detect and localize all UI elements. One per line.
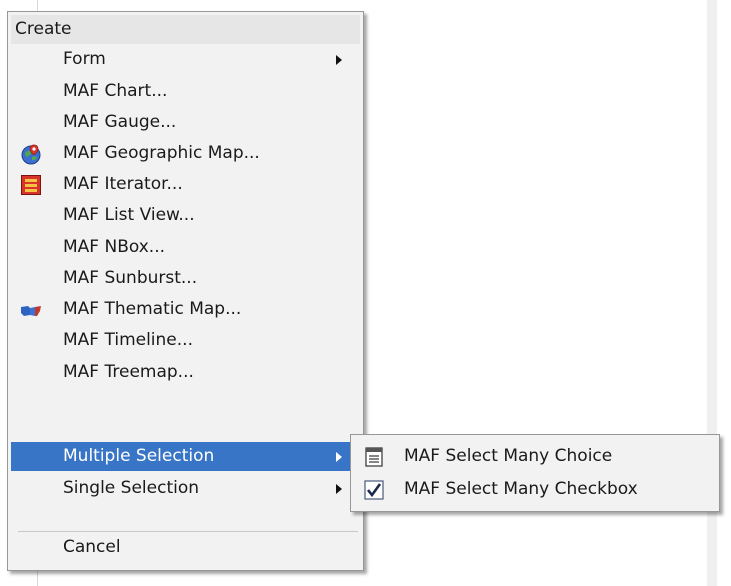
menu-item-maf-thematic-map[interactable]: MAF Thematic Map... <box>11 295 360 324</box>
menu-item-maf-chart[interactable]: MAF Chart... <box>11 77 360 106</box>
menu-item-label: MAF Chart... <box>63 81 168 101</box>
menu-item-maf-iterator[interactable]: MAF Iterator... <box>11 170 360 199</box>
menu-item-label: Single Selection <box>63 478 200 498</box>
menu-item-maf-geographic-map[interactable]: MAF Geographic Map... <box>11 139 360 168</box>
menu-item-maf-sunburst[interactable]: MAF Sunburst... <box>11 264 360 293</box>
menu-item-label: Form <box>63 49 106 69</box>
menu-item-label: MAF Geographic Map... <box>63 143 260 163</box>
menu-item-single-selection[interactable]: Single Selection <box>11 474 360 503</box>
menu-item-label: MAF Gauge... <box>63 112 177 132</box>
menu-item-form[interactable]: Form <box>11 45 360 74</box>
submenu-arrow-icon <box>336 452 342 462</box>
menu-item-label: Cancel <box>63 537 121 557</box>
menu-item-cancel[interactable]: Cancel <box>11 533 360 562</box>
menu-header: Create <box>11 15 360 44</box>
menu-item-maf-timeline[interactable]: MAF Timeline... <box>11 326 360 355</box>
menu-item-label: Multiple Selection <box>63 446 215 466</box>
select-choice-icon <box>365 447 383 467</box>
submenu-item-label: MAF Select Many Choice <box>404 446 613 466</box>
menu-item-multiple-selection[interactable]: Multiple Selection <box>11 442 360 471</box>
menu-item-label: MAF Sunburst... <box>63 268 198 288</box>
submenu-arrow-icon <box>336 484 342 494</box>
submenu-arrow-icon <box>336 55 342 65</box>
checkbox-checked-icon <box>364 480 384 500</box>
submenu-item-label: MAF Select Many Checkbox <box>404 479 638 499</box>
menu-item-label: MAF NBox... <box>63 237 166 257</box>
menu-item-maf-list-view[interactable]: MAF List View... <box>11 201 360 230</box>
submenu-item-select-many-checkbox[interactable]: MAF Select Many Checkbox <box>354 475 716 504</box>
menu-item-label: MAF Thematic Map... <box>63 299 242 319</box>
menu-item-label: MAF Iterator... <box>63 174 183 194</box>
multiple-selection-submenu: MAF Select Many Choice MAF Select Many C… <box>350 434 720 512</box>
thematic-map-icon <box>21 306 41 316</box>
menu-item-label: MAF List View... <box>63 205 195 225</box>
menu-separator <box>18 531 358 532</box>
menu-item-maf-treemap[interactable]: MAF Treemap... <box>11 358 360 387</box>
create-context-menu: Create Form MAF Chart... MAF Gauge... MA… <box>7 11 364 571</box>
menu-item-maf-nbox[interactable]: MAF NBox... <box>11 233 360 262</box>
submenu-item-select-many-choice[interactable]: MAF Select Many Choice <box>354 442 716 471</box>
iterator-icon <box>21 175 41 195</box>
geographic-map-icon <box>21 144 41 165</box>
menu-item-label: MAF Treemap... <box>63 362 194 382</box>
menu-item-label: MAF Timeline... <box>63 330 193 350</box>
menu-item-maf-gauge[interactable]: MAF Gauge... <box>11 108 360 137</box>
